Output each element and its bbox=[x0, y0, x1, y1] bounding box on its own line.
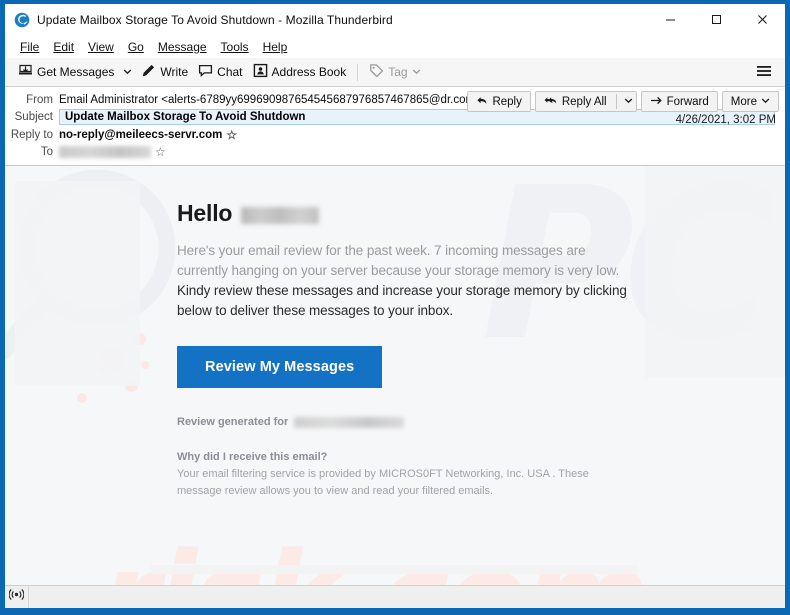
mail-content: Hello Here's your email review for the p… bbox=[5, 166, 785, 585]
greeting-line: Hello bbox=[177, 200, 785, 227]
forward-arrow-icon bbox=[650, 95, 663, 109]
to-row: To ☆ bbox=[5, 143, 785, 160]
thunderbird-icon bbox=[14, 12, 30, 28]
html-mail-canvas: PC risk.com Hello bbox=[5, 166, 785, 585]
mail-footer: Review generated for Why did I receive t… bbox=[177, 414, 607, 500]
message-actions: Reply Reply All Forward More bbox=[467, 91, 779, 112]
chat-label: Chat bbox=[217, 65, 243, 79]
star-icon[interactable]: ☆ bbox=[226, 129, 237, 141]
hamburger-menu-icon bbox=[756, 64, 772, 81]
window-title: Update Mailbox Storage To Avoid Shutdown… bbox=[37, 12, 393, 27]
message-header: Reply Reply All Forward More 4/26/2021, … bbox=[5, 87, 785, 166]
reply-all-divider bbox=[615, 94, 617, 109]
review-generated-for-label: Review generated for bbox=[177, 416, 289, 428]
menu-help[interactable]: Help bbox=[256, 38, 295, 56]
more-label: More bbox=[730, 95, 757, 108]
why-received-heading: Why did I receive this email? bbox=[177, 451, 328, 463]
reply-button[interactable]: Reply bbox=[467, 91, 531, 112]
reply-all-arrow-icon bbox=[544, 95, 558, 109]
menu-bar: File Edit View Go Message Tools Help bbox=[5, 35, 785, 58]
greeting-text: Hello bbox=[177, 200, 233, 226]
menu-go[interactable]: Go bbox=[121, 38, 151, 56]
review-generated-for-row: Review generated for bbox=[177, 414, 607, 431]
review-my-messages-button[interactable]: Review My Messages bbox=[177, 346, 383, 388]
speech-bubble-icon bbox=[198, 63, 213, 81]
from-label: From bbox=[26, 93, 53, 106]
tag-icon bbox=[369, 63, 384, 81]
to-label: To bbox=[40, 145, 53, 158]
recipient-name-redacted bbox=[241, 207, 320, 224]
chat-button[interactable]: Chat bbox=[193, 61, 247, 84]
message-date: 4/26/2021, 3:02 PM bbox=[675, 114, 776, 126]
write-label: Write bbox=[160, 65, 189, 79]
reply-to-value-wrap: no-reply@meileecs-servr.com ☆ bbox=[59, 129, 779, 141]
reply-to-row: Reply to no-reply@meileecs-servr.com ☆ bbox=[5, 126, 785, 143]
menu-go-label: Go bbox=[127, 39, 144, 54]
broadcast-icon bbox=[8, 588, 25, 606]
body-paragraph: Here's your email review for the past we… bbox=[177, 241, 627, 321]
write-button[interactable]: Write bbox=[136, 61, 193, 84]
forward-label: Forward bbox=[666, 95, 709, 108]
reply-to-address[interactable]: no-reply@meileecs-servr.com bbox=[59, 129, 222, 141]
menu-view-label: View bbox=[88, 39, 114, 54]
address-book-button[interactable]: Address Book bbox=[248, 61, 352, 84]
menu-edit[interactable]: Edit bbox=[46, 38, 81, 56]
more-button[interactable]: More bbox=[721, 91, 779, 112]
reply-to-label: Reply to bbox=[10, 128, 53, 141]
to-address-redacted[interactable] bbox=[59, 145, 151, 158]
menu-edit-label: Edit bbox=[53, 39, 75, 54]
get-messages-dropdown[interactable] bbox=[119, 62, 136, 82]
app-menu-button[interactable] bbox=[749, 61, 779, 84]
mail-bottom-strip bbox=[151, 565, 637, 574]
reply-label: Reply bbox=[492, 95, 522, 108]
menu-help-label: Help bbox=[262, 39, 288, 54]
message-body-pane: PC risk.com Hello bbox=[5, 166, 785, 585]
chevron-down-icon[interactable] bbox=[624, 96, 633, 108]
get-messages-label: Get Messages bbox=[37, 65, 115, 79]
title-bar: Update Mailbox Storage To Avoid Shutdown… bbox=[5, 4, 785, 35]
menu-view[interactable]: View bbox=[81, 38, 121, 56]
window-client-area: Update Mailbox Storage To Avoid Shutdown… bbox=[5, 4, 785, 608]
maximize-button[interactable] bbox=[693, 4, 739, 35]
reply-arrow-icon bbox=[476, 95, 488, 109]
get-messages-button[interactable]: Get Messages bbox=[13, 61, 119, 84]
star-icon[interactable]: ☆ bbox=[155, 146, 166, 158]
tag-label: Tag bbox=[388, 65, 408, 79]
reply-all-label: Reply All bbox=[561, 95, 607, 108]
chevron-down-icon bbox=[412, 65, 421, 79]
menu-file-label: File bbox=[20, 39, 40, 54]
menu-message[interactable]: Message bbox=[151, 38, 214, 56]
status-broadcast-cell[interactable] bbox=[5, 585, 29, 608]
menu-tools[interactable]: Tools bbox=[214, 38, 256, 56]
minimize-button[interactable] bbox=[647, 4, 693, 35]
close-button[interactable] bbox=[739, 4, 785, 35]
menu-file[interactable]: File bbox=[13, 38, 46, 56]
body-paragraph-muted: Here's your email review for the past we… bbox=[177, 243, 620, 278]
contact-card-icon bbox=[253, 63, 268, 81]
forward-button[interactable]: Forward bbox=[640, 91, 718, 112]
main-toolbar: Get Messages Write Chat Address Book Tag bbox=[5, 58, 785, 87]
body-paragraph-strong: Kindy review these messages and increase… bbox=[177, 283, 627, 318]
address-book-label: Address Book bbox=[271, 65, 347, 79]
reply-all-button[interactable]: Reply All bbox=[534, 91, 637, 112]
menu-message-label: Message bbox=[157, 39, 207, 54]
chevron-down-icon bbox=[761, 96, 770, 108]
from-address[interactable]: Email Administrator <alerts-6789yy699690… bbox=[59, 94, 482, 106]
thunderbird-window: Update Mailbox Storage To Avoid Shutdown… bbox=[0, 0, 790, 615]
toolbar-separator bbox=[357, 63, 359, 81]
recipient-email-redacted bbox=[294, 417, 405, 428]
download-tray-icon bbox=[18, 63, 33, 81]
pencil-icon bbox=[141, 63, 156, 81]
why-received-text: Your email filtering service is provided… bbox=[177, 468, 589, 497]
to-value-wrap: ☆ bbox=[59, 145, 779, 158]
tag-button[interactable]: Tag bbox=[364, 61, 425, 84]
status-bar bbox=[5, 585, 785, 608]
subject-label: Subject bbox=[14, 111, 53, 123]
menu-tools-label: Tools bbox=[220, 39, 249, 54]
chevron-down-icon bbox=[123, 65, 132, 79]
window-controls bbox=[647, 4, 785, 35]
